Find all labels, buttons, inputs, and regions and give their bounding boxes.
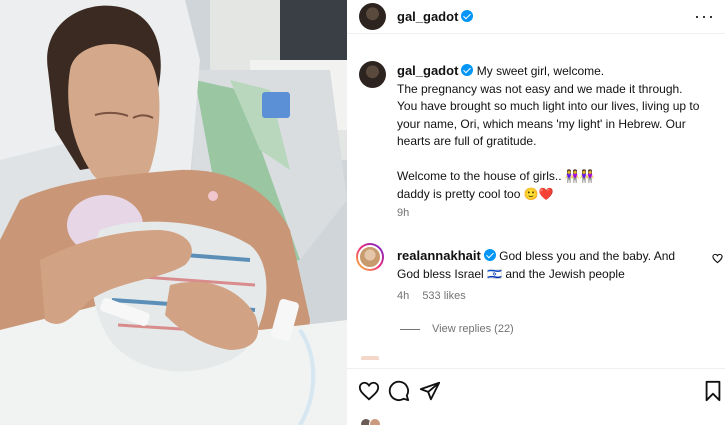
comment-likes[interactable]: 533 likes xyxy=(422,290,465,302)
author-avatar[interactable] xyxy=(359,3,386,30)
commenter-username[interactable]: realannakhait xyxy=(397,248,481,263)
action-bar xyxy=(347,368,725,412)
comment-meta: 4h 533 likes xyxy=(397,290,476,302)
caption-line: My sweet girl, welcome. xyxy=(476,64,605,78)
comment-icon[interactable] xyxy=(388,380,410,402)
caption-timestamp[interactable]: 9h xyxy=(397,207,409,219)
bookmark-icon[interactable] xyxy=(702,380,724,402)
caption-line: The pregnancy was not easy and we made i… xyxy=(397,81,683,96)
author-name-row: gal_gadot xyxy=(397,9,474,24)
post-details-panel: gal_gadot ··· gal_gadot My sweet girl, w… xyxy=(347,0,725,425)
caption-username[interactable]: gal_gadot xyxy=(397,63,458,78)
more-options-icon[interactable]: ··· xyxy=(694,6,715,26)
replies-divider-line xyxy=(400,328,420,330)
caption-line xyxy=(397,151,717,169)
verified-badge-icon xyxy=(461,10,474,22)
caption-line: You have brought so much light into our … xyxy=(397,99,700,148)
caption-line: daddy is pretty cool too 🙂❤️ xyxy=(397,186,554,201)
verified-badge-icon xyxy=(461,64,474,76)
commenter-avatar[interactable] xyxy=(356,243,384,271)
comment: realannakhait God bless you and the baby… xyxy=(397,247,699,283)
post-image[interactable] xyxy=(0,0,347,425)
share-icon[interactable] xyxy=(419,380,441,402)
post-header: gal_gadot ··· xyxy=(347,0,725,34)
newborn-photo-illustration xyxy=(0,0,347,425)
view-replies-label: View replies (22) xyxy=(432,323,514,335)
caption-line: Welcome to the house of girls.. 👭👭 xyxy=(397,169,595,183)
liked-by-avatars-peek xyxy=(360,418,390,425)
verified-badge-icon xyxy=(483,249,496,261)
heart-icon[interactable] xyxy=(358,380,380,402)
view-replies-button[interactable]: View replies (22) xyxy=(400,323,514,335)
author-username[interactable]: gal_gadot xyxy=(397,9,458,24)
caption-author-avatar[interactable] xyxy=(359,61,386,88)
comment-like-heart-icon[interactable] xyxy=(712,253,723,264)
comment-time: 4h xyxy=(397,290,410,302)
post-caption: gal_gadot My sweet girl, welcome. The pr… xyxy=(397,62,717,203)
next-comment-avatar-peek xyxy=(361,356,379,360)
